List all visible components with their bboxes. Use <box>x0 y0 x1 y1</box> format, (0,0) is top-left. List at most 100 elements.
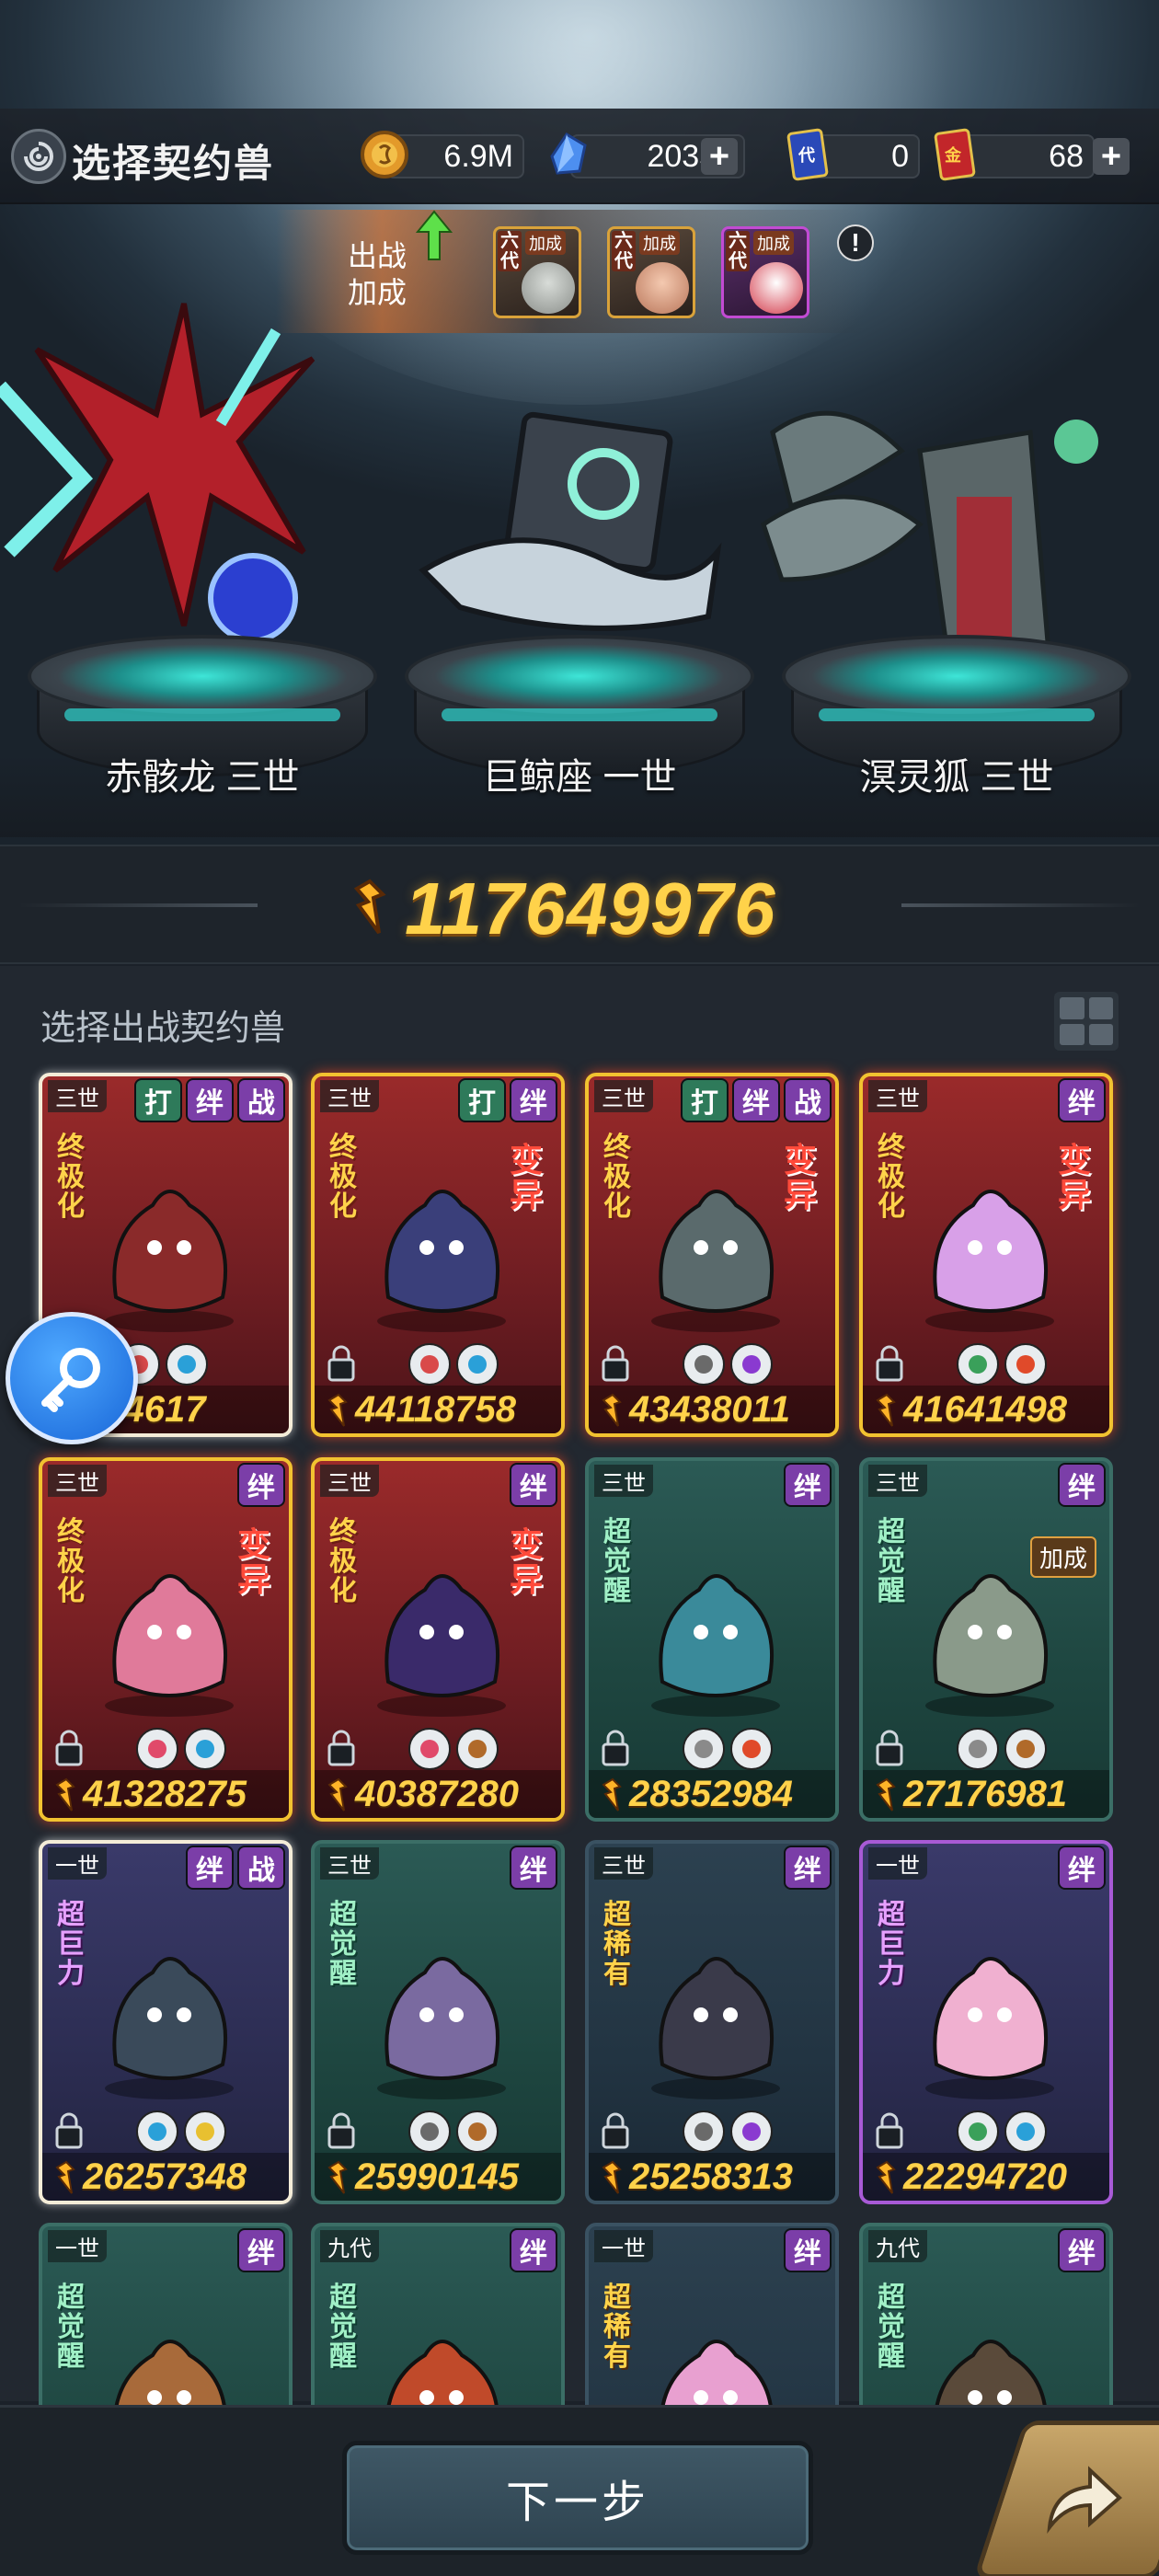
rank-label: 超稀有 <box>603 2283 631 2372</box>
element-icon <box>184 2110 226 2153</box>
beast-portrait <box>377 1957 506 2099</box>
lock-icon[interactable] <box>874 2112 905 2149</box>
element-icon <box>957 1343 999 1386</box>
element-icon <box>730 1343 773 1386</box>
bonus-sub-tag: 加成 <box>525 231 566 255</box>
power-icon <box>602 2160 622 2194</box>
card-power-value: 28352984 <box>629 1774 793 1814</box>
generation-label: 三世 <box>594 1847 653 1880</box>
lock-icon[interactable] <box>53 1730 85 1766</box>
divider <box>901 903 1141 907</box>
svg-text:代: 代 <box>798 146 815 166</box>
divider <box>18 903 258 907</box>
trait-badge: 打 <box>681 1078 729 1122</box>
share-button[interactable] <box>973 2421 1159 2576</box>
element-icon <box>1004 1343 1047 1386</box>
element-icon <box>456 2110 499 2153</box>
gold-ticket-icon: 金 <box>925 125 984 184</box>
panel-title: 选择出战契约兽 <box>40 1009 286 1048</box>
info-button[interactable]: ! <box>837 224 874 261</box>
beast-portrait <box>925 1957 1054 2099</box>
crystal-icon <box>539 125 598 184</box>
card-power-value: 22294720 <box>903 2156 1067 2197</box>
power-icon <box>876 1777 896 1811</box>
element-icon <box>456 1728 499 1770</box>
trait-badge: 绊 <box>1058 1463 1106 1507</box>
beast-portrait <box>105 1957 234 2099</box>
card-power: 40387280 <box>315 1770 561 1818</box>
trait-badge: 绊 <box>1058 1078 1106 1122</box>
bonus-beast-2[interactable]: 六代 加成 <box>607 226 695 318</box>
beast-card[interactable]: 一世 绊战超巨力 26257348 <box>39 1840 293 2204</box>
beast-card[interactable]: 一世 绊超巨力 22294720 <box>859 1840 1113 2204</box>
beast-card[interactable]: 三世打绊终极化 变异 44118758 <box>311 1073 565 1437</box>
lock-icon[interactable] <box>874 1730 905 1766</box>
beast-card[interactable]: 三世 绊超稀有 25258313 <box>585 1840 839 2204</box>
search-key-button[interactable] <box>6 1312 138 1444</box>
lock-icon[interactable] <box>600 1730 631 1766</box>
lock-icon[interactable] <box>326 2112 357 2149</box>
total-power-value: 117649976 <box>405 868 776 949</box>
trait-badge: 战 <box>784 1078 832 1122</box>
next-step-button[interactable]: 下一步 <box>342 2441 813 2555</box>
lock-icon[interactable] <box>600 1345 631 1382</box>
card-power-value: 40387280 <box>355 1774 519 1814</box>
grid-view-toggle[interactable] <box>1054 992 1119 1051</box>
element-row <box>326 2109 557 2153</box>
badge-row: 绊 <box>1058 1463 1106 1507</box>
add-gold-cards-button[interactable]: + <box>1093 137 1130 176</box>
element-row <box>53 2109 285 2153</box>
beast-card[interactable]: 三世打绊战终极化 变异 43438011 <box>585 1073 839 1437</box>
trait-badge: 绊 <box>510 1463 557 1507</box>
add-crystals-button[interactable]: + <box>701 137 738 176</box>
crimson-dragon-art <box>0 303 316 643</box>
beast-card[interactable]: 三世绊终极化 变异 40387280 <box>311 1457 565 1822</box>
power-icon <box>55 2160 75 2194</box>
lock-icon[interactable] <box>326 1345 357 1382</box>
power-icon <box>327 1777 348 1811</box>
trait-badge: 绊 <box>1058 2228 1106 2272</box>
generation-label: 三世 <box>868 1465 927 1497</box>
bonus-gen-tag: 六代 <box>726 231 750 271</box>
rank-label: 超觉醒 <box>329 2283 357 2372</box>
trait-badge: 战 <box>237 1078 285 1122</box>
element-icon <box>408 2110 451 2153</box>
bonus-beast-3[interactable]: 六代 加成 <box>721 226 809 318</box>
badge-row: 绊 <box>784 1846 832 1890</box>
beast-card[interactable]: 三世绊终极化 变异 41641498 <box>859 1073 1113 1437</box>
beast-card[interactable]: 三世绊超觉醒 加成 27176981 <box>859 1457 1113 1822</box>
trait-badge: 绊 <box>784 2228 832 2272</box>
card-power: 44118758 <box>315 1386 561 1433</box>
beast-portrait <box>925 1190 1054 1332</box>
trait-badge: 绊 <box>1058 1846 1106 1890</box>
card-power: 43438011 <box>589 1386 835 1433</box>
card-power-value: 26257348 <box>83 2156 247 2197</box>
card-power: 25258313 <box>589 2153 835 2201</box>
beast-card[interactable]: 三世 绊超觉醒 28352984 <box>585 1457 839 1822</box>
generation-label: 九代 <box>868 2230 927 2262</box>
badge-row: 绊 <box>784 2228 832 2272</box>
element-icon <box>683 2110 725 2153</box>
bottom-bar: 下一步 <box>0 2405 1159 2576</box>
bonus-beast-1[interactable]: 六代 加成 <box>493 226 581 318</box>
generation-label: 三世 <box>48 1465 107 1497</box>
rank-label: 超觉醒 <box>603 1517 631 1606</box>
rank-label: 超觉醒 <box>878 1517 905 1606</box>
team-slot-3-name[interactable]: 溟灵狐 三世 <box>782 747 1131 800</box>
back-button[interactable] <box>11 129 66 184</box>
beast-card[interactable]: 三世绊终极化 变异 41328275 <box>39 1457 293 1822</box>
generation-label: 三世 <box>48 1080 107 1112</box>
lock-icon[interactable] <box>600 2112 631 2149</box>
team-slot-2-name[interactable]: 巨鲸座 一世 <box>405 747 754 800</box>
team-slot-1-name[interactable]: 赤骸龙 三世 <box>28 747 377 800</box>
card-power: 41641498 <box>863 1386 1109 1433</box>
beast-card[interactable]: 三世 绊超觉醒 25990145 <box>311 1840 565 2204</box>
element-row <box>600 1341 832 1386</box>
element-row <box>53 1726 285 1770</box>
element-icon <box>683 1728 725 1770</box>
generation-label: 一世 <box>868 1847 927 1880</box>
power-icon <box>602 1393 622 1427</box>
lock-icon[interactable] <box>326 1730 357 1766</box>
lock-icon[interactable] <box>874 1345 905 1382</box>
lock-icon[interactable] <box>53 2112 85 2149</box>
